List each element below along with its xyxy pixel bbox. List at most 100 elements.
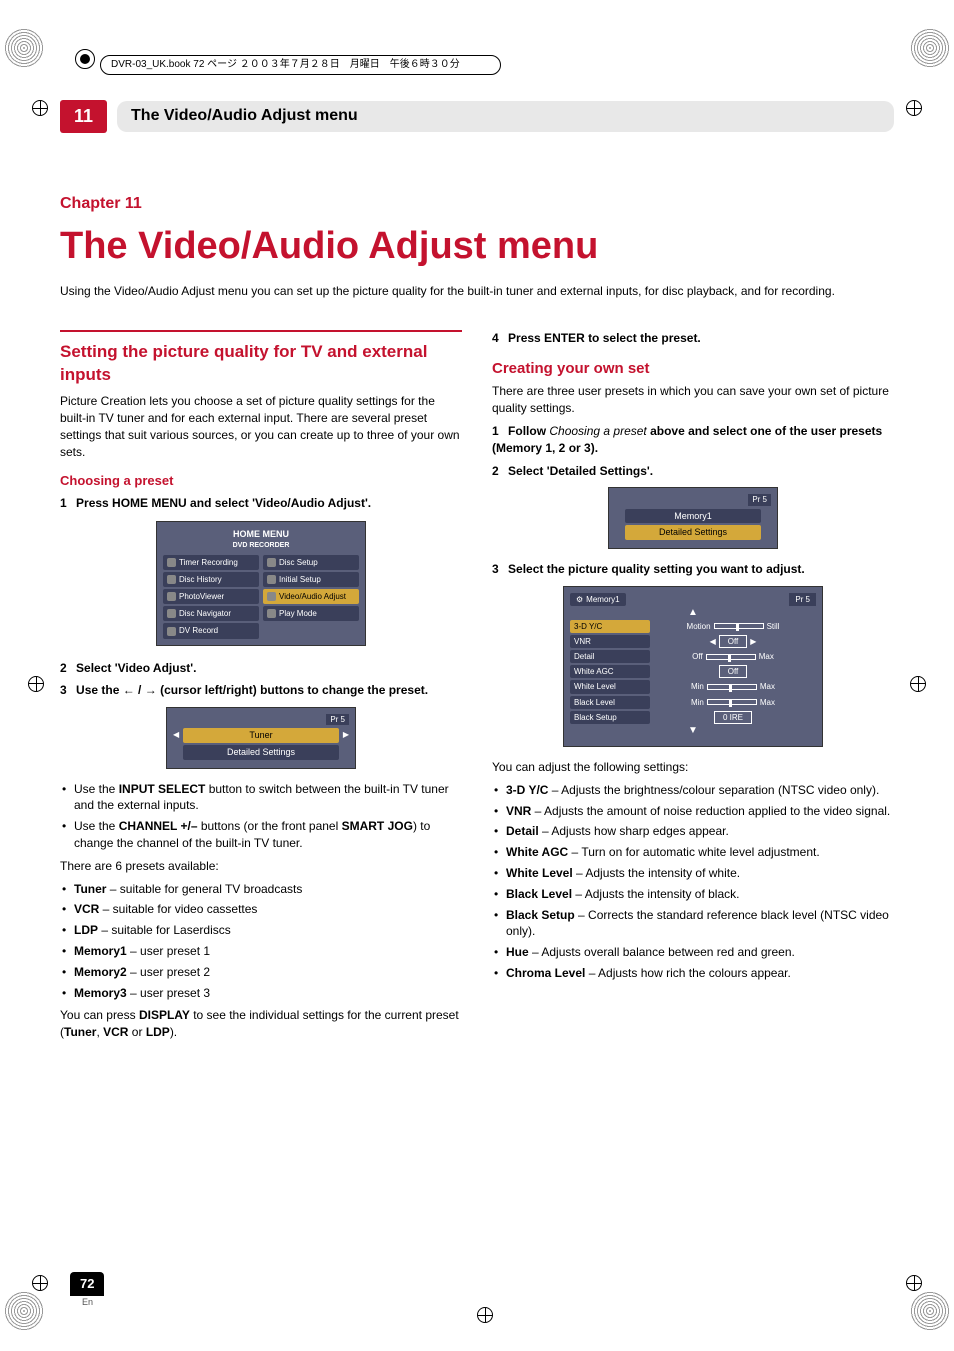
list-item: Tuner – suitable for general TV broadcas… <box>74 881 462 898</box>
chapter-number-badge: 11 <box>60 100 107 133</box>
settings-row: White LevelMinMax <box>570 680 816 693</box>
step: 3 Use the ← / → (cursor left/right) butt… <box>60 682 462 699</box>
adjust-list: 3-D Y/C – Adjusts the brightness/colour … <box>492 782 894 982</box>
list-item: Use the INPUT SELECT button to switch be… <box>74 781 462 815</box>
registration-mark <box>477 1307 493 1323</box>
menu-item-label: Timer Recording <box>179 557 238 568</box>
home-menu-screenshot: HOME MENU DVD RECORDER Timer Recording D… <box>156 521 366 645</box>
page-header: 11 The Video/Audio Adjust menu <box>60 100 894 133</box>
list-item: Detail – Adjusts how sharp edges appear. <box>506 823 894 840</box>
intro-paragraph: Using the Video/Audio Adjust menu you ca… <box>60 283 894 300</box>
menu-item-label: Initial Setup <box>279 574 321 585</box>
channel-badge: Pr 5 <box>326 714 349 725</box>
scroll-down-icon: ▼ <box>570 726 816 736</box>
settings-row-label: VNR <box>570 635 650 648</box>
step: 2 Select 'Video Adjust'. <box>60 660 462 677</box>
settings-row: 3-D Y/CMotionStill <box>570 620 816 633</box>
list-item: VNR – Adjusts the amount of noise reduct… <box>506 803 894 820</box>
menu-item-label: Disc Navigator <box>179 608 231 619</box>
step-text-fragment: (cursor left/right) buttons to change th… <box>157 683 428 697</box>
settings-row: VNR◀Off▶ <box>570 635 816 648</box>
header-title: The Video/Audio Adjust menu <box>131 105 880 127</box>
step: 4 Press ENTER to select the preset. <box>492 330 894 347</box>
settings-row-value: MinMax <box>650 681 816 692</box>
list-item: Memory3 – user preset 3 <box>74 985 462 1002</box>
step-number: 1 <box>492 424 499 438</box>
registration-mark <box>906 100 922 116</box>
settings-row-label: White Level <box>570 680 650 693</box>
disc-icon <box>167 575 176 584</box>
settings-memory-label: ⚙Memory1 <box>570 593 626 606</box>
source-filename: DVR-03_UK.book 72 ページ ２００３年７月２８日 月曜日 午後６… <box>100 55 501 75</box>
preset-selector-screenshot: Pr 5 Tuner Detailed Settings <box>166 707 356 768</box>
list-item: Memory2 – user preset 2 <box>74 964 462 981</box>
settings-row-value: Off <box>650 665 816 678</box>
step-text: Press ENTER to select the preset. <box>508 331 701 345</box>
menu-item-label: DV Record <box>179 625 218 636</box>
step-number: 2 <box>60 661 67 675</box>
page-title: The Video/Audio Adjust menu <box>60 220 894 273</box>
preset-list: Tuner – suitable for general TV broadcas… <box>60 881 462 1002</box>
menu-item-selected: Video/Audio Adjust <box>263 589 359 604</box>
list-item: 3-D Y/C – Adjusts the brightness/colour … <box>506 782 894 799</box>
settings-row-label: White AGC <box>570 665 650 678</box>
settings-row-value: MotionStill <box>650 621 816 632</box>
section-title: Setting the picture quality for TV and e… <box>60 340 462 388</box>
list-item: Hue – Adjusts overall balance between re… <box>506 944 894 961</box>
section-body: Picture Creation lets you choose a set o… <box>60 393 462 460</box>
menu-item-label: Play Mode <box>279 608 317 619</box>
list-item: Black Level – Adjusts the intensity of b… <box>506 886 894 903</box>
navigator-icon <box>167 609 176 618</box>
chapter-label: Chapter 11 <box>60 193 894 215</box>
list-item: White AGC – Turn on for automatic white … <box>506 844 894 861</box>
settings-row: White AGCOff <box>570 665 816 678</box>
settings-row-label: Black Setup <box>570 711 650 724</box>
clock-icon <box>167 558 176 567</box>
corner-ornament <box>4 1291 44 1331</box>
display-note: You can press DISPLAY to see the individ… <box>60 1007 462 1041</box>
settings-row-label: Detail <box>570 650 650 663</box>
step-text: Press HOME MENU and select 'Video/Audio … <box>76 496 371 510</box>
adjust-icon <box>267 592 276 601</box>
menu-title: HOME MENU <box>233 529 289 539</box>
preset-detailed: Detailed Settings <box>183 745 339 760</box>
list-item: LDP – suitable for Laserdiscs <box>74 922 462 939</box>
settings-row: Black LevelMinMax <box>570 696 816 709</box>
section-divider <box>60 330 462 332</box>
settings-row-value: ◀Off▶ <box>650 635 816 648</box>
menu-item: Play Mode <box>263 606 359 621</box>
adjust-icon: ⚙ <box>576 595 583 604</box>
page-number: 72 <box>70 1272 104 1296</box>
menu-item-label: Disc Setup <box>279 557 318 568</box>
corner-ornament <box>4 28 44 68</box>
step-text-fragment: Use the <box>76 683 123 697</box>
adjust-intro: You can adjust the following settings: <box>492 759 894 776</box>
registration-mark <box>32 100 48 116</box>
list-item: Black Setup – Corrects the standard refe… <box>506 907 894 941</box>
menu-item: Disc Setup <box>263 555 359 570</box>
step-number: 1 <box>60 496 67 510</box>
list-item: Use the CHANNEL +/– buttons (or the fron… <box>74 818 462 852</box>
memory-detailed: Detailed Settings <box>625 525 761 540</box>
settings-row-value: MinMax <box>650 697 816 708</box>
corner-ornament <box>910 1291 950 1331</box>
page-language: En <box>82 1296 93 1309</box>
list-item: Chroma Level – Adjusts how rich the colo… <box>506 965 894 982</box>
registration-mark <box>910 676 926 692</box>
settings-row: Black Setup0 IRE <box>570 711 816 724</box>
left-column: Setting the picture quality for TV and e… <box>60 330 462 1047</box>
step-text: Select 'Video Adjust'. <box>76 661 196 675</box>
memory-value: Memory1 <box>625 509 761 524</box>
dv-icon <box>167 627 176 636</box>
step: 2 Select 'Detailed Settings'. <box>492 463 894 480</box>
photo-icon <box>167 592 176 601</box>
settings-row: DetailOffMax <box>570 650 816 663</box>
play-icon <box>267 609 276 618</box>
list-item: Memory1 – user preset 1 <box>74 943 462 960</box>
step-text: Select 'Detailed Settings'. <box>508 464 653 478</box>
note-list: Use the INPUT SELECT button to switch be… <box>60 781 462 852</box>
memory-selector-screenshot: Pr 5 Memory1 Detailed Settings <box>608 487 778 548</box>
list-item: White Level – Adjusts the intensity of w… <box>506 865 894 882</box>
menu-item-label: Video/Audio Adjust <box>279 591 346 602</box>
subsection-body: There are three user presets in which yo… <box>492 383 894 417</box>
